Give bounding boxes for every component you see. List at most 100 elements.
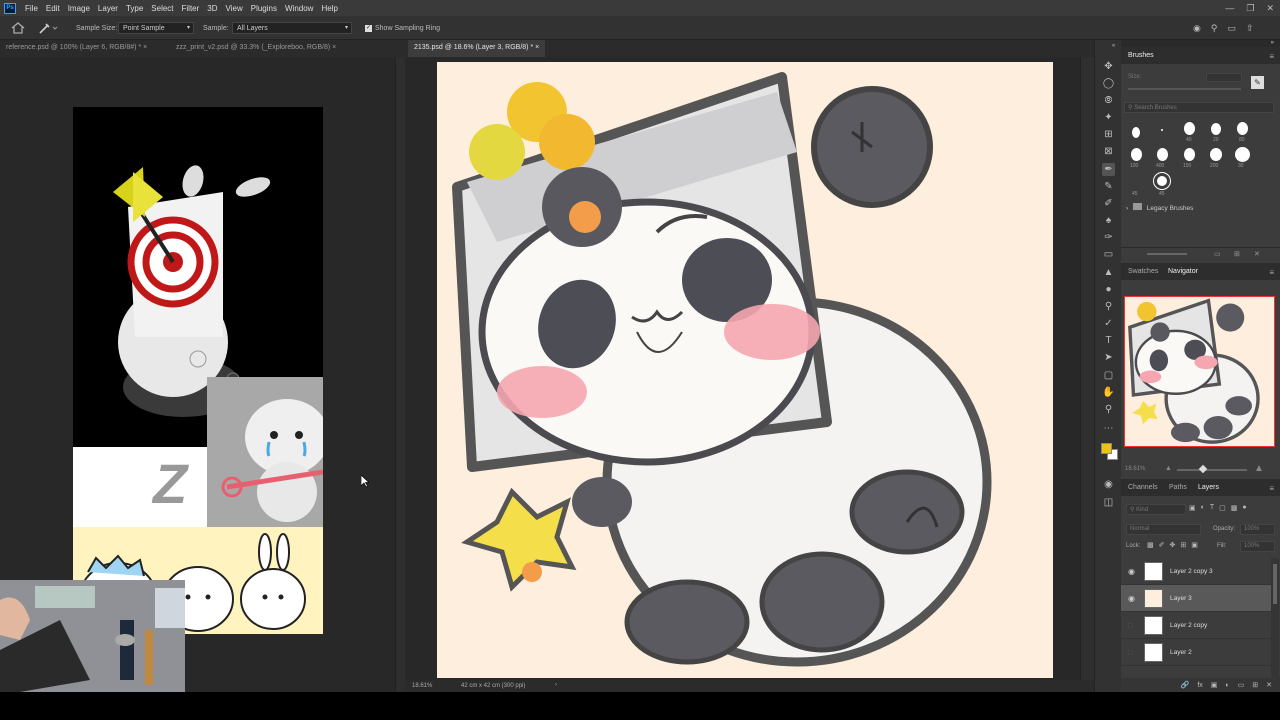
tab-2135[interactable]: 2135.psd @ 18.6% (Layer 3, RGB/8) * × <box>408 40 546 57</box>
layer-row[interactable]: ◉ Layer 2 copy 3 <box>1121 558 1271 585</box>
panel-menu-icon[interactable]: ≡ <box>1269 484 1274 493</box>
menu-image[interactable]: Image <box>64 4 94 13</box>
foreground-color-swatch[interactable] <box>1101 443 1112 454</box>
share-icon[interactable]: ⇧ <box>1246 23 1254 34</box>
close-tab-icon[interactable]: × <box>143 44 147 51</box>
eyedropper-tool-icon[interactable]: ✒ <box>1102 163 1115 176</box>
filter-pixel-icon[interactable]: ▣ <box>1189 504 1196 515</box>
tab-swatches[interactable]: Swatches <box>1128 268 1158 275</box>
brush-preset-icon[interactable] <box>1161 129 1163 131</box>
menu-help[interactable]: Help <box>317 4 341 13</box>
main-document-view[interactable] <box>405 57 1080 680</box>
add-mask-icon[interactable]: ▣ <box>1211 681 1218 689</box>
filter-shape-icon[interactable]: ▢ <box>1219 504 1226 515</box>
menu-window[interactable]: Window <box>281 4 317 13</box>
menu-plugins[interactable]: Plugins <box>247 4 281 13</box>
brushes-tab[interactable]: Brushes <box>1128 52 1154 59</box>
brush-preset-icon[interactable] <box>1132 127 1140 138</box>
brush-preset-icon[interactable] <box>1211 123 1221 135</box>
home-icon[interactable] <box>11 22 25 34</box>
brush-size-input[interactable] <box>1206 73 1242 82</box>
marquee-tool-icon[interactable]: ◯ <box>1102 77 1115 90</box>
legacy-brushes-folder[interactable]: › Legacy Brushes <box>1126 203 1276 215</box>
new-layer-icon[interactable]: ⊞ <box>1252 681 1258 689</box>
panel-menu-icon[interactable]: ≡ <box>1269 52 1274 61</box>
lasso-tool-icon[interactable]: ⦾ <box>1102 94 1115 107</box>
brush-preset-icon[interactable] <box>1210 148 1222 161</box>
collapse-icon[interactable]: « <box>1107 40 1120 53</box>
restore-icon[interactable]: ❐ <box>1246 3 1254 14</box>
tab-paths[interactable]: Paths <box>1169 484 1187 491</box>
brush-size-slider[interactable] <box>1128 88 1241 90</box>
brush-preset-icon[interactable] <box>1157 148 1168 161</box>
visibility-eye-icon[interactable]: ◉ <box>1128 594 1137 603</box>
lock-transparent-icon[interactable]: ▩ <box>1147 541 1154 552</box>
layers-scrollbar[interactable] <box>1271 558 1279 678</box>
share-user-icon[interactable]: ◉ <box>1193 23 1201 34</box>
search-brushes-input[interactable]: ⚲ Search Brushes <box>1124 102 1274 113</box>
blend-mode-select[interactable]: Normal <box>1126 524 1201 535</box>
eyedropper-tool-icon[interactable] <box>38 22 58 34</box>
brush-preset-selected-icon[interactable] <box>1153 172 1171 190</box>
lock-position-icon[interactable]: ✥ <box>1170 541 1176 552</box>
fill-input[interactable]: 100% <box>1240 541 1275 552</box>
new-brush-icon[interactable]: ⊞ <box>1234 250 1240 258</box>
brush-preset-icon[interactable] <box>1235 147 1250 162</box>
layer-filter-kind[interactable]: ⚲ Kind <box>1126 504 1186 515</box>
crop-tool-icon[interactable]: ⊞ <box>1102 128 1115 141</box>
sample-size-select[interactable]: Point Sample ▾ <box>118 22 194 34</box>
slider-handle-icon[interactable] <box>1198 464 1208 474</box>
menu-edit[interactable]: Edit <box>42 4 64 13</box>
panel-menu-icon[interactable]: ≡ <box>1269 268 1274 277</box>
menu-type[interactable]: Type <box>122 4 147 13</box>
new-brush-icon[interactable]: ✎ <box>1251 76 1264 89</box>
photoshop-logo-icon[interactable]: Ps <box>4 2 16 14</box>
lock-artboard-icon[interactable]: ⊞ <box>1180 541 1186 552</box>
screen-mode-icon[interactable]: ◫ <box>1102 496 1115 509</box>
show-sampling-ring-checkbox[interactable]: ✓ Show Sampling Ring <box>365 22 440 34</box>
visibility-off-icon[interactable]: □ <box>1128 648 1137 657</box>
new-group-icon[interactable]: ▭ <box>1238 681 1245 689</box>
close-icon[interactable]: ✕ <box>1266 3 1274 14</box>
lock-paint-icon[interactable]: ✐ <box>1159 541 1165 552</box>
paint-bucket-tool-icon[interactable]: ▲ <box>1102 266 1115 279</box>
left-doc-scrollbar[interactable] <box>395 57 405 692</box>
menu-3d[interactable]: 3D <box>203 4 221 13</box>
adjustment-layer-icon[interactable]: ◐ <box>1225 682 1229 689</box>
trash-icon[interactable]: ✕ <box>1254 250 1260 258</box>
type-tool-icon[interactable]: T <box>1102 334 1115 347</box>
filter-smart-icon[interactable]: ▩ <box>1231 504 1238 515</box>
brush-tool-icon[interactable]: ✐ <box>1102 197 1115 210</box>
fx-icon[interactable]: fx <box>1197 682 1202 689</box>
tab-zzz-print[interactable]: zzz_print_v2.psd @ 33.3% (_Exploreboo, R… <box>170 40 342 57</box>
link-layers-icon[interactable]: 🔗 <box>1181 681 1190 689</box>
color-swatches[interactable] <box>1100 442 1120 462</box>
tab-reference[interactable]: reference.psd @ 100% (Layer 6, RGB/8#) *… <box>0 40 153 57</box>
menu-filter[interactable]: Filter <box>178 4 204 13</box>
status-zoom[interactable]: 18.61% <box>412 683 432 689</box>
shape-tool-icon[interactable]: ▢ <box>1102 369 1115 382</box>
menu-view[interactable]: View <box>222 4 247 13</box>
tab-navigator[interactable]: Navigator <box>1168 268 1198 275</box>
layer-row-selected[interactable]: ◉ Layer 3 <box>1121 585 1271 612</box>
brush-preview-slider[interactable] <box>1147 253 1187 255</box>
stamp-tool-icon[interactable]: ♠ <box>1102 214 1115 227</box>
pen-tool-icon[interactable]: ✓ <box>1102 317 1115 330</box>
eraser-tool-icon[interactable]: ▭ <box>1102 248 1115 261</box>
tab-channels[interactable]: Channels <box>1128 484 1158 491</box>
new-group-icon[interactable]: ▭ <box>1214 250 1221 258</box>
more-tools-icon[interactable]: ⋯ <box>1102 422 1115 435</box>
trash-icon[interactable]: ✕ <box>1266 681 1272 689</box>
lock-all-icon[interactable]: ▣ <box>1191 541 1198 552</box>
menu-layer[interactable]: Layer <box>94 4 122 13</box>
workspace-icon[interactable]: ▭ <box>1227 23 1236 34</box>
path-selection-tool-icon[interactable]: ➤ <box>1102 351 1115 364</box>
canvas[interactable] <box>437 62 1053 678</box>
dodge-tool-icon[interactable]: ⚲ <box>1102 300 1115 313</box>
history-brush-tool-icon[interactable]: ✑ <box>1102 231 1115 244</box>
search-icon[interactable]: ⚲ <box>1211 23 1218 34</box>
filter-type-icon[interactable]: T <box>1210 504 1214 515</box>
brush-presets[interactable]: 40 20 80 100 400 150 200 30 45 45 <box>1121 120 1280 200</box>
frame-tool-icon[interactable]: ⊠ <box>1102 145 1115 158</box>
collapse-panels-icon[interactable]: » <box>1121 40 1280 47</box>
